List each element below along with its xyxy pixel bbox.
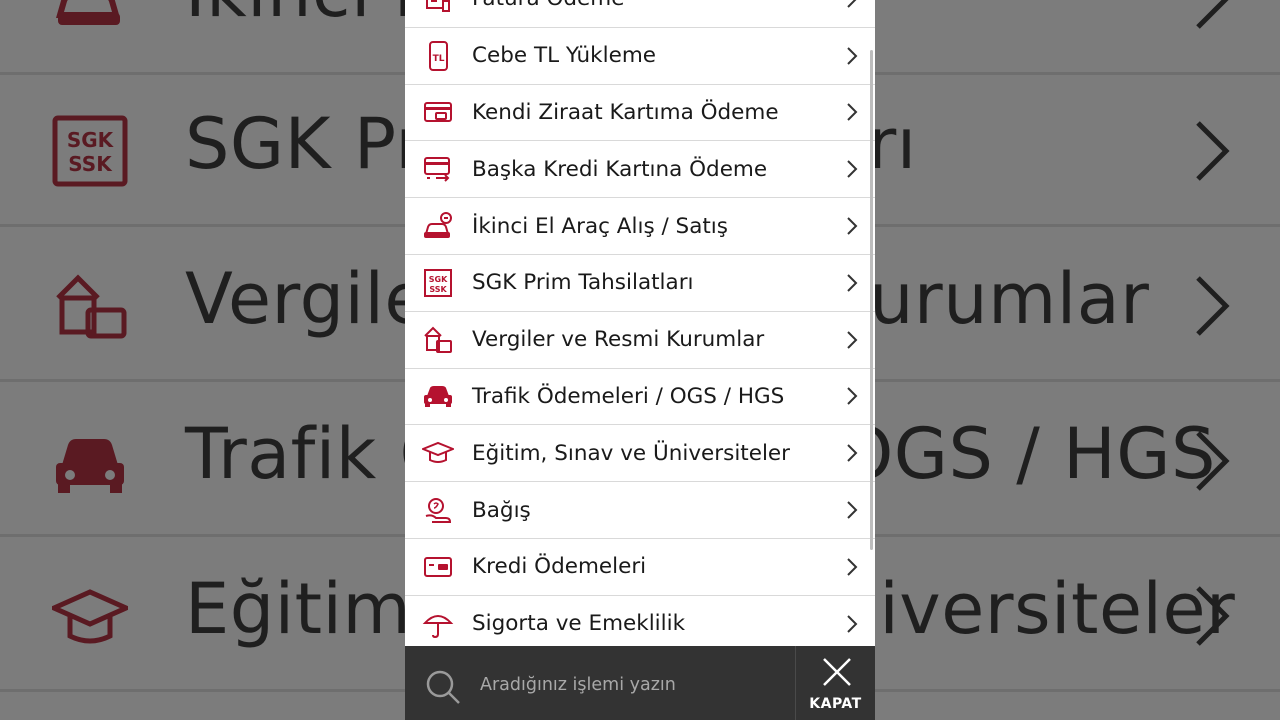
- chevron-right-icon: [1192, 429, 1232, 493]
- card-icon: [422, 96, 454, 128]
- sgk-ssk-icon: SGK SSK: [422, 267, 454, 299]
- svg-text:SGK: SGK: [67, 128, 115, 152]
- chevron-right-icon: [845, 159, 859, 179]
- menu-item-sgk-prim[interactable]: SGK SSK SGK Prim Tahsilatları: [405, 255, 875, 312]
- chevron-right-icon: [845, 614, 859, 634]
- menu-item-label: Bağış: [472, 497, 531, 523]
- chevron-right-icon: [845, 557, 859, 577]
- menu-item-baska-kart-odeme[interactable]: Başka Kredi Kartına Ödeme: [405, 141, 875, 199]
- chevron-right-icon: [845, 46, 859, 66]
- car-swap-icon: [422, 210, 454, 242]
- chevron-right-icon: [845, 330, 859, 350]
- menu-item-bagis[interactable]: Bağış: [405, 482, 875, 539]
- svg-text:SSK: SSK: [68, 152, 113, 176]
- menu-item-label: Kredi Ödemeleri: [472, 554, 647, 580]
- menu-scrollbar[interactable]: [870, 50, 873, 550]
- loan-card-icon: [422, 551, 454, 583]
- invoice-icon: [422, 0, 454, 15]
- menu-item-vergiler[interactable]: Vergiler ve Resmi Kurumlar: [405, 312, 875, 369]
- transactions-menu: Fatura Ödeme TL Cebe TL Yükleme Kendi Zi…: [405, 0, 875, 720]
- menu-item-cebe-tl-yukleme[interactable]: TL Cebe TL Yükleme: [405, 28, 875, 85]
- svg-text:TL: TL: [433, 54, 445, 64]
- graduation-cap-icon: [52, 580, 128, 652]
- chevron-right-icon: [1192, 0, 1232, 31]
- menu-item-label: Sigorta ve Emeklilik: [472, 611, 686, 637]
- graduation-cap-icon: [422, 437, 454, 469]
- government-building-icon: [52, 270, 128, 342]
- chevron-right-icon: [1192, 274, 1232, 338]
- menu-item-label: Başka Kredi Kartına Ödeme: [472, 156, 768, 182]
- car-swap-icon: [52, 0, 128, 35]
- chevron-right-icon: [845, 386, 859, 406]
- chevron-right-icon: [845, 0, 859, 9]
- chevron-right-icon: [845, 443, 859, 463]
- menu-item-kredi-odemeleri[interactable]: Kredi Ödemeleri: [405, 539, 875, 596]
- menu-item-label: Eğitim, Sınav ve Üniversiteler: [472, 440, 790, 466]
- menu-item-trafik[interactable]: Trafik Ödemeleri / OGS / HGS: [405, 369, 875, 426]
- menu-item-label: SGK Prim Tahsilatları: [472, 270, 694, 296]
- card-transfer-icon: [422, 153, 454, 185]
- menu-item-label: Trafik Ödemeleri / OGS / HGS: [472, 383, 785, 409]
- search-input[interactable]: [480, 668, 790, 702]
- menu-item-kendi-kart-odeme[interactable]: Kendi Ziraat Kartıma Ödeme: [405, 85, 875, 142]
- donation-hand-icon: [422, 494, 454, 526]
- car-icon: [422, 380, 454, 412]
- menu-item-fatura-odeme[interactable]: Fatura Ödeme: [405, 0, 875, 28]
- chevron-right-icon: [1192, 584, 1232, 648]
- chevron-right-icon: [845, 216, 859, 236]
- chevron-right-icon: [845, 102, 859, 122]
- menu-item-sigorta[interactable]: Sigorta ve Emeklilik: [405, 596, 875, 653]
- menu-item-label: İkinci El Araç Alış / Satış: [472, 213, 728, 239]
- sgk-icon-text-top: SGK: [429, 275, 448, 284]
- menu-item-egitim[interactable]: Eğitim, Sınav ve Üniversiteler: [405, 425, 875, 483]
- close-button[interactable]: KAPAT: [796, 646, 875, 720]
- close-label: KAPAT: [809, 696, 862, 712]
- menu-item-label: Cebe TL Yükleme: [472, 43, 657, 69]
- phone-tl-icon: TL: [422, 40, 454, 72]
- menu-item-label: Kendi Ziraat Kartıma Ödeme: [472, 99, 779, 125]
- chevron-right-icon: [845, 273, 859, 293]
- chevron-right-icon: [845, 500, 859, 520]
- sgk-icon-text-bottom: SSK: [429, 285, 447, 294]
- chevron-right-icon: [1192, 119, 1232, 183]
- menu-item-ikinci-el-arac[interactable]: İkinci El Araç Alış / Satış: [405, 198, 875, 255]
- sgk-ssk-icon: SGK SSK: [52, 115, 128, 187]
- menu-item-label: Vergiler ve Resmi Kurumlar: [472, 327, 765, 353]
- car-icon: [52, 425, 128, 497]
- menu-list: Fatura Ödeme TL Cebe TL Yükleme Kendi Zi…: [405, 0, 875, 653]
- search-bar: KAPAT: [405, 646, 875, 720]
- close-icon: [821, 656, 853, 688]
- government-building-icon: [422, 324, 454, 356]
- menu-item-label: Fatura Ödeme: [472, 0, 845, 11]
- search-icon: [424, 668, 462, 706]
- umbrella-icon: [422, 608, 454, 640]
